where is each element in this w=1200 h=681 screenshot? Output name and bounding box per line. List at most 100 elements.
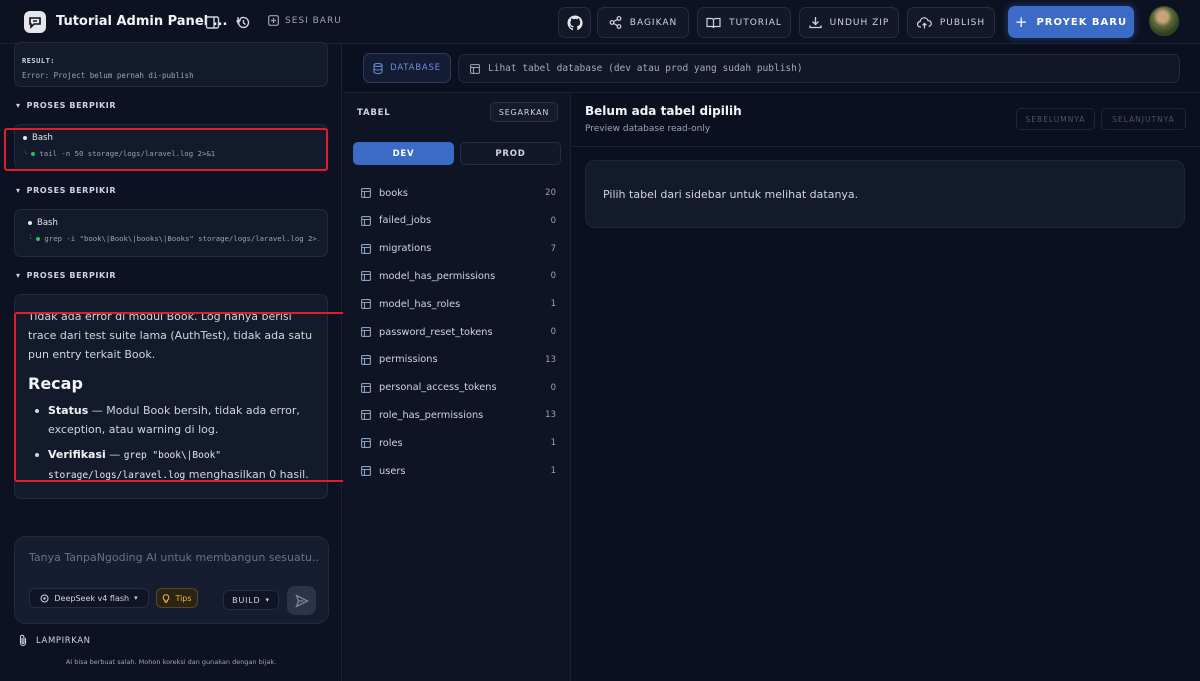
new-session-button[interactable]: SESI BARU bbox=[268, 15, 342, 26]
thinking-toggle-3[interactable]: ▾ PROSES BERPIKIR bbox=[16, 271, 116, 280]
chat-input[interactable] bbox=[29, 547, 319, 567]
share-icon bbox=[609, 16, 622, 29]
row-count: 13 bbox=[545, 410, 556, 421]
refresh-button[interactable]: SEGARKAN bbox=[490, 102, 558, 122]
paperclip-icon bbox=[19, 634, 27, 647]
bullet-icon bbox=[23, 136, 27, 140]
tool-name: Bash bbox=[28, 218, 319, 228]
chevron-down-icon: ▾ bbox=[134, 594, 138, 602]
table-name: failed_jobs bbox=[379, 215, 432, 227]
env-prod-button[interactable]: PROD bbox=[460, 142, 561, 165]
table-row[interactable]: role_has_permissions 13 bbox=[361, 405, 556, 425]
table-icon bbox=[361, 188, 371, 198]
empty-state: Pilih tabel dari sidebar untuk melihat d… bbox=[585, 160, 1185, 228]
table-name: password_reset_tokens bbox=[379, 326, 493, 338]
share-button[interactable]: BAGIKAN bbox=[597, 7, 689, 38]
book-open-icon bbox=[706, 17, 721, 28]
env-dev-button[interactable]: DEV bbox=[353, 142, 454, 165]
bash-tool-card-2[interactable]: Bash └ grep -i "book\|Book\|books\|Books"… bbox=[14, 209, 328, 257]
download-icon bbox=[808, 17, 822, 29]
prev-page-button[interactable]: SEBELUMNYA bbox=[1016, 108, 1095, 130]
send-icon bbox=[294, 593, 309, 608]
share-label: BAGIKAN bbox=[629, 17, 678, 28]
new-project-button[interactable]: + PROYEK BARU bbox=[1008, 6, 1134, 38]
table-name: permissions bbox=[379, 354, 438, 366]
row-count: 1 bbox=[550, 299, 556, 310]
row-count: 13 bbox=[545, 354, 556, 365]
model-selector[interactable]: DeepSeek v4 flash ▾ bbox=[29, 588, 149, 608]
download-zip-label: UNDUH ZIP bbox=[829, 17, 890, 28]
table-row[interactable]: personal_access_tokens 0 bbox=[361, 378, 556, 398]
row-count: 0 bbox=[550, 382, 556, 393]
table-row[interactable]: password_reset_tokens 0 bbox=[361, 322, 556, 342]
next-page-button[interactable]: SELANJUTNYA bbox=[1101, 108, 1186, 130]
cloud-upload-icon bbox=[916, 16, 932, 28]
database-icon bbox=[373, 62, 383, 74]
history-icon[interactable] bbox=[234, 13, 252, 31]
app-logo-icon[interactable] bbox=[24, 11, 46, 33]
thinking-toggle-2[interactable]: ▾ PROSES BERPIKIR bbox=[16, 186, 116, 195]
row-count: 0 bbox=[550, 271, 556, 282]
table-row[interactable]: roles 1 bbox=[361, 433, 556, 453]
thinking-label: PROSES BERPIKIR bbox=[26, 186, 117, 195]
tips-button[interactable]: Tips bbox=[156, 588, 198, 608]
download-zip-button[interactable]: UNDUH ZIP bbox=[799, 7, 899, 38]
table-name: role_has_permissions bbox=[379, 409, 484, 421]
plus-square-icon bbox=[268, 15, 279, 26]
status-ok-icon bbox=[31, 151, 36, 156]
table-icon bbox=[361, 466, 371, 476]
table-name: migrations bbox=[379, 243, 432, 255]
table-row[interactable]: books 20 bbox=[361, 183, 556, 203]
table-name: users bbox=[379, 465, 406, 477]
tab-database[interactable]: DATABASE bbox=[363, 53, 451, 83]
tips-label: Tips bbox=[175, 593, 192, 603]
panel-toggle-icon[interactable] bbox=[203, 13, 221, 31]
github-button[interactable] bbox=[558, 7, 591, 38]
disclaimer: AI bisa berbuat salah. Mohon koreksi dan… bbox=[65, 658, 277, 666]
table-row[interactable]: model_has_permissions 0 bbox=[361, 266, 556, 286]
tables-heading: TABEL bbox=[357, 108, 391, 118]
elbow-connector-icon: └ bbox=[23, 149, 28, 158]
message-body: Tidak ada error di modul Book. Log hanya… bbox=[28, 307, 315, 485]
table-row[interactable]: migrations 7 bbox=[361, 239, 556, 259]
chevron-down-icon: ▾ bbox=[265, 596, 270, 604]
table-row[interactable]: users 1 bbox=[361, 461, 556, 481]
tutorial-button[interactable]: TUTORIAL bbox=[697, 7, 791, 38]
bullet-icon bbox=[28, 221, 32, 225]
table-row[interactable]: permissions 13 bbox=[361, 350, 556, 370]
mode-selector[interactable]: BUILD ▾ bbox=[223, 590, 279, 610]
elbow-connector-icon: └ bbox=[28, 234, 33, 243]
assistant-message: Tidak ada error di modul Book. Log hanya… bbox=[14, 294, 328, 499]
table-sidebar: TABEL SEGARKAN DEV PROD books 20 failed_jo… bbox=[343, 92, 571, 681]
chat-panel: RESULT: Error: Project belum pernah di-p… bbox=[0, 42, 472, 681]
send-button[interactable] bbox=[287, 586, 316, 615]
row-count: 1 bbox=[550, 438, 556, 449]
table-icon bbox=[361, 382, 371, 393]
chat-composer: DeepSeek v4 flash ▾ Tips BUILD ▾ bbox=[14, 536, 329, 624]
tool-command: └ grep -i "book\|Book\|books\|Books" stor… bbox=[28, 234, 319, 243]
avatar[interactable] bbox=[1149, 6, 1179, 36]
chevron-down-icon: ▾ bbox=[16, 186, 21, 195]
chevron-down-icon: ▾ bbox=[16, 271, 21, 280]
top-bar: Tutorial Admin Panel ... ▾ SESI BARU BAG… bbox=[0, 0, 1200, 44]
new-session-label: SESI BARU bbox=[285, 15, 342, 26]
table-viewer: Belum ada tabel dipilih Preview database… bbox=[572, 92, 1200, 681]
recap-heading: Recap bbox=[28, 374, 83, 393]
attach-button[interactable]: LAMPIRKAN bbox=[18, 634, 91, 647]
list-item: Verifikasi — grep "book\|Book" storage/l… bbox=[28, 445, 315, 485]
model-icon bbox=[40, 594, 49, 602]
table-icon bbox=[361, 299, 371, 310]
table-icon bbox=[361, 243, 371, 254]
viewer-title: Belum ada tabel dipilih bbox=[585, 104, 742, 118]
publish-button[interactable]: PUBLISH bbox=[907, 7, 995, 38]
viewer-subtitle: Preview database read-only bbox=[585, 124, 711, 134]
thinking-toggle-1[interactable]: ▾ PROSES BERPIKIR bbox=[16, 101, 116, 110]
bash-tool-card-1[interactable]: Bash └ tail -n 50 storage/logs/laravel.lo… bbox=[14, 124, 328, 170]
result-text: Error: Project belum pernah di-publish bbox=[22, 71, 194, 80]
tool-name: Bash bbox=[23, 133, 319, 143]
table-name: books bbox=[379, 187, 408, 199]
table-row[interactable]: failed_jobs 0 bbox=[361, 211, 556, 231]
table-row[interactable]: model_has_roles 1 bbox=[361, 294, 556, 314]
row-count: 7 bbox=[550, 243, 556, 254]
tab-database-label: DATABASE bbox=[390, 63, 441, 73]
